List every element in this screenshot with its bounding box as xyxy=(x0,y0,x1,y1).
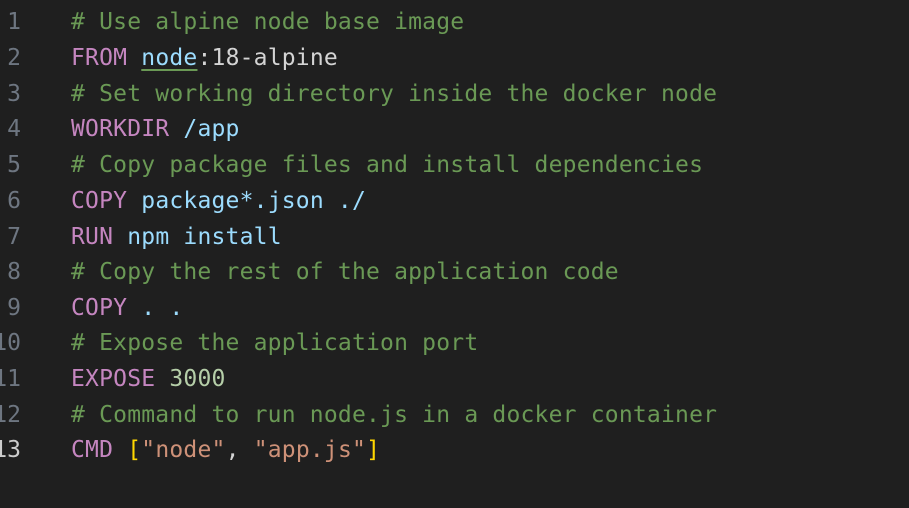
keyword: FROM xyxy=(71,45,128,71)
code-text: CMD ["node", "app.js"] xyxy=(71,436,380,464)
code-text: # Copy the rest of the application code xyxy=(71,258,619,286)
keyword: EXPOSE xyxy=(71,366,156,392)
argument: . . xyxy=(141,295,184,321)
line-number: 7 xyxy=(7,224,21,250)
open-bracket: [ xyxy=(127,437,142,463)
separator: , xyxy=(225,437,254,463)
line-number: 3 xyxy=(7,81,21,107)
keyword: RUN xyxy=(71,224,114,250)
code-text: # Expose the application port xyxy=(71,329,478,357)
code-text: COPY package*.json ./ xyxy=(71,187,366,215)
image-tag: :18-alpine xyxy=(197,45,338,71)
keyword: CMD xyxy=(71,437,114,463)
line-number: 9 xyxy=(7,295,21,321)
comment-text: # Use alpine node base image xyxy=(71,9,465,35)
image-name: node xyxy=(141,45,198,71)
line-number: 6 xyxy=(7,188,21,214)
line-number: 11 xyxy=(0,366,21,392)
port-number: 3000 xyxy=(169,366,226,392)
line-number: 12 xyxy=(0,402,21,428)
code-line[interactable]: 4 WORKDIR /app xyxy=(0,111,909,147)
code-text: WORKDIR /app xyxy=(71,115,240,143)
code-line[interactable]: 3 # Set working directory inside the doc… xyxy=(0,76,909,112)
code-text: # Set working directory inside the docke… xyxy=(71,80,717,108)
code-line[interactable]: 5 # Copy package files and install depen… xyxy=(0,147,909,183)
line-number: 10 xyxy=(0,330,21,356)
code-line[interactable]: 10 # Expose the application port xyxy=(0,325,909,361)
close-bracket: ] xyxy=(366,437,381,463)
keyword: COPY xyxy=(71,295,128,321)
comment-text: # Copy the rest of the application code xyxy=(71,259,619,285)
code-line[interactable]: 12 # Command to run node.js in a docker … xyxy=(0,397,909,433)
string-literal: "node" xyxy=(141,437,226,463)
comment-text: # Expose the application port xyxy=(71,330,479,356)
code-editor[interactable]: 1 # Use alpine node base image 2 FROM no… xyxy=(0,0,909,486)
argument: /app xyxy=(183,116,240,142)
code-text: RUN npm install xyxy=(71,223,282,251)
argument: npm install xyxy=(127,224,282,250)
code-line[interactable]: 6 COPY package*.json ./ xyxy=(0,183,909,219)
line-number: 4 xyxy=(7,116,21,142)
line-number: 5 xyxy=(7,152,21,178)
code-line[interactable]: 8 # Copy the rest of the application cod… xyxy=(0,254,909,290)
line-number: 1 xyxy=(7,9,21,35)
code-line[interactable]: 11 EXPOSE 3000 xyxy=(0,361,909,397)
comment-text: # Command to run node.js in a docker con… xyxy=(71,402,718,428)
code-text: # Copy package files and install depende… xyxy=(71,151,703,179)
code-line[interactable]: 2 FROM node:18-alpine xyxy=(0,40,909,76)
code-text: COPY . . xyxy=(71,294,183,322)
code-line[interactable]: 7 RUN npm install xyxy=(0,219,909,255)
line-number: 13 xyxy=(0,437,21,463)
comment-text: # Copy package files and install depende… xyxy=(71,152,704,178)
code-line[interactable]: 1 # Use alpine node base image xyxy=(0,4,909,40)
keyword: WORKDIR xyxy=(71,116,170,142)
code-text: # Use alpine node base image xyxy=(71,8,464,36)
code-line-current[interactable]: 13 CMD ["node", "app.js"] xyxy=(0,432,909,468)
string-literal: "app.js" xyxy=(253,437,367,463)
code-text: FROM node:18-alpine xyxy=(71,44,338,72)
code-text: EXPOSE 3000 xyxy=(71,365,226,393)
code-line[interactable]: 9 COPY . . xyxy=(0,290,909,326)
keyword: COPY xyxy=(71,188,128,214)
line-number: 8 xyxy=(7,259,21,285)
comment-text: # Set working directory inside the docke… xyxy=(71,81,718,107)
argument: package*.json ./ xyxy=(141,188,367,214)
code-text: # Command to run node.js in a docker con… xyxy=(71,401,717,429)
line-number: 2 xyxy=(7,45,21,71)
